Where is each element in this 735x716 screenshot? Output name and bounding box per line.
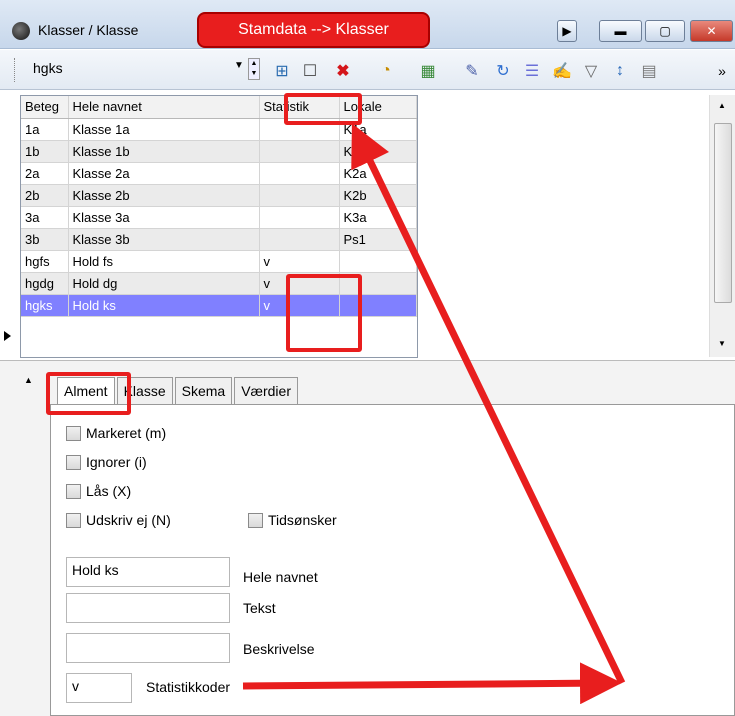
annotation-arrows [242, 123, 626, 705]
arrow-to-statistik-header [351, 123, 626, 685]
arrow-to-statistik-field [242, 662, 622, 705]
